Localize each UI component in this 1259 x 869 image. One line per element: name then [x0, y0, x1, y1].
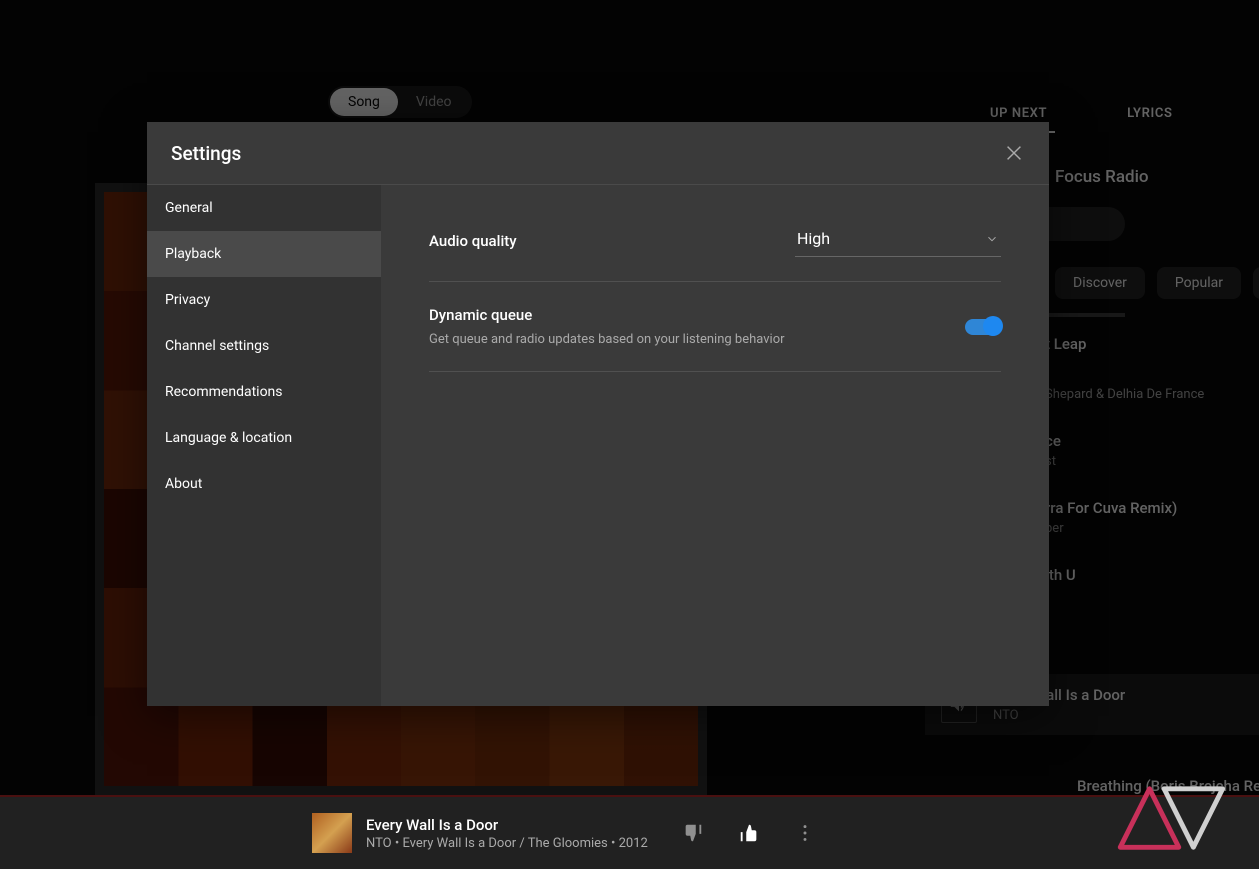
- segment-video[interactable]: Video: [398, 88, 470, 116]
- player-bar: Every Wall Is a Door NTO • Every Wall Is…: [0, 797, 1259, 869]
- nav-playback[interactable]: Playback: [147, 231, 381, 277]
- chevron-down-icon: [985, 232, 999, 246]
- dynamic-queue-sub: Get queue and radio updates based on you…: [429, 332, 785, 347]
- now-playing-thumb[interactable]: [312, 813, 352, 853]
- chip-popular[interactable]: Popular: [1157, 267, 1241, 299]
- nav-channel-settings[interactable]: Channel settings: [147, 323, 381, 369]
- audio-quality-value: High: [797, 229, 830, 248]
- nav-privacy[interactable]: Privacy: [147, 277, 381, 323]
- now-playing-subtitle: NTO • Every Wall Is a Door / The Gloomie…: [366, 836, 648, 851]
- thumbs-down-icon[interactable]: [682, 822, 704, 844]
- chip-discover[interactable]: Discover: [1055, 267, 1145, 299]
- audio-quality-select[interactable]: High: [795, 225, 1001, 257]
- song-video-segmented[interactable]: Song Video: [328, 86, 472, 118]
- more-icon[interactable]: [794, 822, 816, 844]
- progress-bar[interactable]: [0, 795, 1259, 797]
- nav-recommendations[interactable]: Recommendations: [147, 369, 381, 415]
- dynamic-queue-toggle[interactable]: [965, 319, 1001, 335]
- close-icon[interactable]: [1003, 142, 1025, 164]
- now-playing-title: Every Wall Is a Door: [366, 816, 648, 834]
- site-watermark: [1109, 779, 1229, 857]
- nav-about[interactable]: About: [147, 461, 381, 507]
- nav-general[interactable]: General: [147, 185, 381, 231]
- audio-quality-label: Audio quality: [429, 232, 517, 250]
- tab-lyrics[interactable]: LYRICS: [1127, 106, 1172, 133]
- dynamic-queue-label: Dynamic queue: [429, 306, 785, 324]
- thumbs-up-icon[interactable]: [738, 822, 760, 844]
- segment-song[interactable]: Song: [330, 88, 398, 116]
- settings-nav: General Playback Privacy Channel setting…: [147, 185, 381, 706]
- settings-dialog: Settings General Playback Privacy Channe…: [147, 122, 1049, 706]
- toggle-knob: [983, 316, 1003, 336]
- chip-d[interactable]: D: [1253, 267, 1259, 299]
- dialog-title: Settings: [171, 142, 241, 165]
- nav-language-location[interactable]: Language & location: [147, 415, 381, 461]
